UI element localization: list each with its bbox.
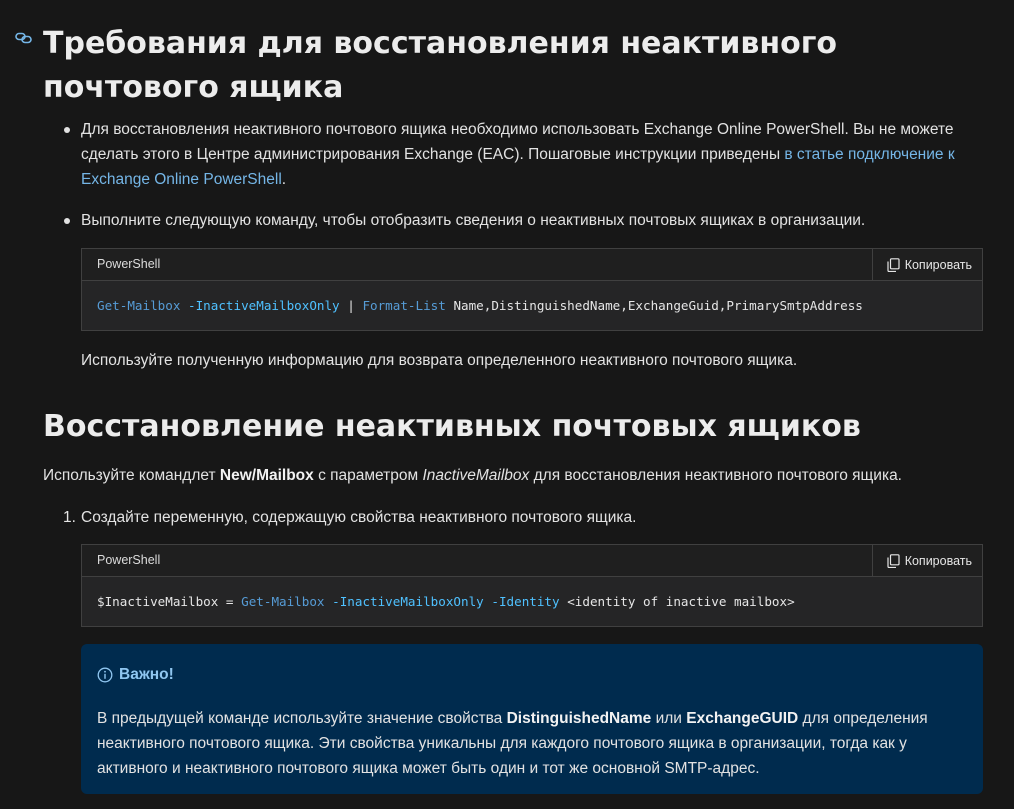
code-token-cmdlet: Get-Mailbox [241, 594, 325, 609]
alert-text: В предыдущей команде используйте значени… [97, 710, 507, 727]
code-token-parameter: -InactiveMailboxOnly [188, 298, 340, 313]
code-token-cmdlet: Format-List [362, 298, 446, 313]
code-token-placeholder: <identity of inactive mailbox> [567, 594, 795, 609]
bullet-marker [64, 127, 70, 133]
property-name: ExchangeGUID [686, 710, 799, 727]
code-token-variable: $InactiveMailbox [97, 594, 219, 609]
code-language-label: PowerShell [97, 553, 161, 567]
code-token-cmdlet: Get-Mailbox [97, 298, 181, 313]
section-heading-requirements: Требования для восстановления неактивног… [43, 26, 838, 105]
copy-button-label: Копировать [904, 553, 972, 568]
step-number: 1. [63, 509, 76, 526]
link-anchor-icon[interactable] [14, 30, 34, 46]
alert-text: или [651, 710, 687, 727]
code-token-operator: = [225, 594, 234, 609]
article-page: Требования для восстановления неактивног… [0, 0, 1014, 809]
section-heading-restore: Восстановление неактивных почтовых ящико… [43, 409, 861, 444]
bullet-marker [64, 218, 70, 224]
code-block-header: PowerShell Копировать [82, 249, 982, 281]
bullet-item-powershell-required: Для восстановления неактивного почтового… [81, 117, 981, 192]
alert-title-text: Важно! [119, 666, 174, 683]
code-language-label: PowerShell [97, 257, 161, 271]
alert-body: В предыдущей команде используйте значени… [97, 706, 957, 781]
step-1-text: Создайте переменную, содержащую свойства… [81, 509, 637, 526]
code-block-get-mailbox: PowerShell Копировать Get-Mailbox -Inact… [81, 248, 983, 331]
info-icon [97, 667, 113, 683]
alert-title: Важно! [97, 664, 967, 686]
copy-icon [887, 257, 900, 272]
restore-intro-paragraph: Используйте командлет New/Mailbox с пара… [43, 463, 983, 488]
cmdlet-name: New/Mailbox [219, 467, 314, 484]
bullet-item-run-command: Выполните следующую команду, чтобы отобр… [81, 212, 866, 229]
code-token-parameter: -InactiveMailboxOnly [332, 594, 484, 609]
property-name: DistinguishedName [506, 710, 652, 727]
code-token-args: Name,DistinguishedName,ExchangeGuid,Prim… [453, 298, 863, 313]
copy-button-label: Копировать [904, 257, 972, 272]
code-token-pipe: | [347, 298, 355, 313]
code-token-parameter: -Identity [491, 594, 560, 609]
code-content[interactable]: Get-Mailbox -InactiveMailboxOnly | Forma… [82, 281, 982, 331]
code-block-header: PowerShell Копировать [82, 545, 982, 577]
important-alert: Важно! В предыдущей команде используйте … [81, 644, 983, 794]
bullet-text-end: . [281, 171, 287, 188]
parameter-name: InactiveMailbox [422, 467, 530, 484]
code-block-inactive-mailbox-variable: PowerShell Копировать $InactiveMailbox =… [81, 544, 983, 627]
copy-code-button[interactable]: Копировать [871, 545, 982, 576]
intro-text: с параметром [313, 467, 423, 484]
after-code-paragraph: Используйте полученную информацию для во… [81, 352, 798, 369]
intro-text: Используйте командлет [43, 467, 220, 484]
copy-code-button[interactable]: Копировать [871, 249, 982, 280]
copy-icon [887, 553, 900, 568]
code-content[interactable]: $InactiveMailbox = Get-Mailbox -Inactive… [82, 577, 982, 627]
intro-text: для восстановления неактивного почтового… [529, 467, 902, 484]
